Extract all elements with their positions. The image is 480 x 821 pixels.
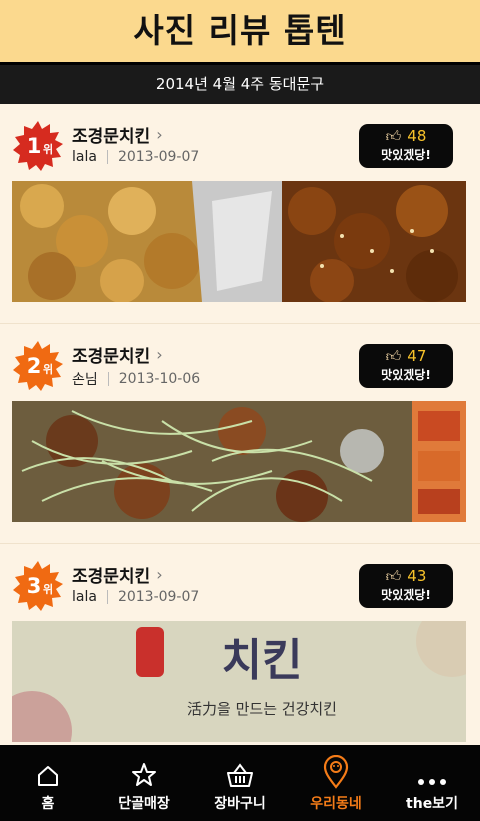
store-link[interactable]: 조경문치킨 › xyxy=(72,342,163,367)
like-button[interactable]: 👍︎ 48 맛있겠당! xyxy=(359,124,453,168)
tab-favorite-stores[interactable]: 단골매장 xyxy=(96,745,192,821)
rank-number: 1 xyxy=(27,134,42,158)
rank-number: 2 xyxy=(27,354,42,378)
review-card[interactable]: 1 위 조경문치킨 › lala 2013-09-07 👍︎ 48 맛있겠당! xyxy=(0,104,480,324)
review-date: 2013-09-07 xyxy=(117,589,200,605)
tab-more[interactable]: the보기 xyxy=(384,745,480,821)
week-location-text: 2014년 4월 4주 동대문구 xyxy=(155,75,325,93)
store-name: 조경문치킨 xyxy=(72,127,151,147)
chevron-right-icon: › xyxy=(156,345,163,364)
tab-label: the보기 xyxy=(406,796,458,812)
meta-divider xyxy=(107,372,109,386)
tab-label: 홈 xyxy=(41,796,55,812)
tab-basket[interactable]: 장바구니 xyxy=(192,745,288,821)
rank-number: 3 xyxy=(27,574,42,598)
page-title: 사진 리뷰 톱텐 xyxy=(133,11,347,50)
review-card[interactable]: 2 위 조경문치킨 › 손님 2013-10-06 👍︎ 47 맛있겠당! xyxy=(0,324,480,544)
review-list: 1 위 조경문치킨 › lala 2013-09-07 👍︎ 48 맛있겠당! xyxy=(0,104,480,764)
store-name: 조경문치킨 xyxy=(72,567,151,587)
rank-suffix: 위 xyxy=(43,583,53,596)
like-label: 맛있겠당! xyxy=(381,368,431,382)
like-count: 47 xyxy=(407,347,427,365)
review-date: 2013-10-06 xyxy=(118,371,201,387)
review-photo[interactable] xyxy=(12,401,466,522)
rank-badge: 3 위 xyxy=(12,560,64,612)
tab-label: 단골매장 xyxy=(118,796,170,812)
thumbs-up-icon: 👍︎ xyxy=(385,566,402,585)
star-icon xyxy=(132,763,156,786)
reviewer-name: 손님 xyxy=(72,372,98,388)
like-count: 43 xyxy=(407,567,427,585)
tab-neighborhood[interactable]: 우리동네 xyxy=(288,745,384,821)
chevron-right-icon: › xyxy=(156,125,163,144)
meta-divider xyxy=(106,590,108,604)
tab-home[interactable]: 홈 xyxy=(0,745,96,821)
rank-badge: 1 위 xyxy=(12,120,64,172)
like-label: 맛있겠당! xyxy=(381,588,431,602)
reviewer-name: lala xyxy=(72,589,97,605)
like-count: 48 xyxy=(407,127,427,145)
thumbs-up-icon: 👍︎ xyxy=(385,346,402,365)
review-photo[interactable] xyxy=(12,181,466,302)
home-icon xyxy=(38,766,58,786)
thumbs-up-icon: 👍︎ xyxy=(385,126,402,145)
like-button[interactable]: 👍︎ 43 맛있겠당! xyxy=(359,564,453,608)
store-link[interactable]: 조경문치킨 › xyxy=(72,122,163,147)
review-photo[interactable]: 치킨 活力을 만드는 건강치킨 xyxy=(12,621,466,742)
store-name: 조경문치킨 xyxy=(72,347,151,367)
store-link[interactable]: 조경문치킨 › xyxy=(72,562,163,587)
meta-divider xyxy=(106,150,108,164)
like-label: 맛있겠당! xyxy=(381,148,431,162)
bottom-tab-bar: 홈 단골매장 장바구니 우리동네 the보기 xyxy=(0,745,480,821)
rank-suffix: 위 xyxy=(43,143,53,156)
brand-text: 치킨 xyxy=(222,635,303,686)
rank-badge: 2 위 xyxy=(12,340,64,392)
review-card[interactable]: 3 위 조경문치킨 › lala 2013-09-07 👍︎ 43 맛있겠당! xyxy=(0,544,480,764)
week-location-bar: 2014년 4월 4주 동대문구 xyxy=(0,62,480,104)
brand-tagline: 活力을 만드는 건강치킨 xyxy=(187,700,337,718)
more-dots-icon xyxy=(418,779,446,785)
brand-seal xyxy=(136,627,164,677)
app-header: 사진 리뷰 톱텐 xyxy=(0,0,480,62)
review-meta: lala 2013-09-07 xyxy=(72,589,199,605)
rank-suffix: 위 xyxy=(43,363,53,376)
reviewer-name: lala xyxy=(72,149,97,165)
tab-label: 장바구니 xyxy=(214,796,266,812)
tab-label: 우리동네 xyxy=(310,796,362,812)
like-button[interactable]: 👍︎ 47 맛있겠당! xyxy=(359,344,453,388)
review-date: 2013-09-07 xyxy=(117,149,200,165)
basket-icon xyxy=(227,763,253,787)
location-pin-icon xyxy=(323,755,349,789)
chevron-right-icon: › xyxy=(156,565,163,584)
review-meta: lala 2013-09-07 xyxy=(72,149,199,165)
review-meta: 손님 2013-10-06 xyxy=(72,369,200,389)
